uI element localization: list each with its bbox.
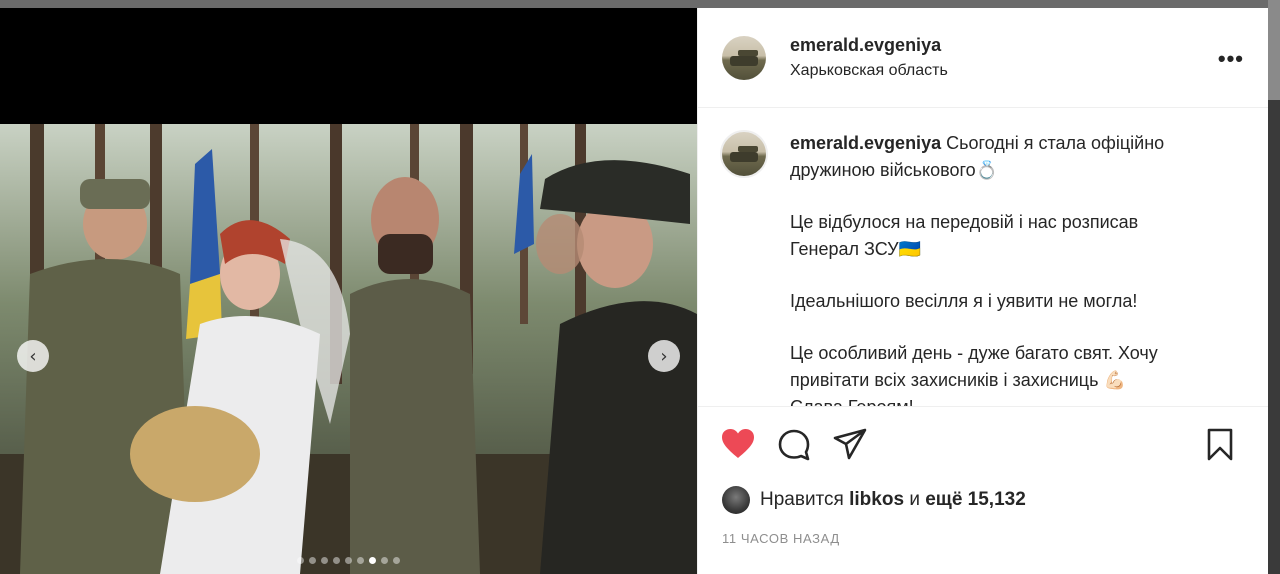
post-side-panel: emerald.evgeniya Харьковская область •••… <box>697 8 1268 574</box>
carousel-dot <box>309 557 316 564</box>
liked-by-username[interactable]: libkos <box>849 489 904 510</box>
carousel-indicator <box>0 557 697 564</box>
liker-avatar[interactable] <box>722 486 750 514</box>
bookmark-icon <box>1207 428 1233 461</box>
post-location[interactable]: Харьковская область <box>790 62 948 80</box>
carousel-dot <box>393 557 400 564</box>
like-button[interactable] <box>720 426 756 462</box>
share-button[interactable] <box>832 426 868 462</box>
likes-conjunction: и <box>909 489 920 510</box>
comment-button[interactable] <box>776 426 812 462</box>
carousel-dot <box>357 557 364 564</box>
post-photo[interactable] <box>0 124 697 574</box>
carousel-dot <box>345 557 352 564</box>
post-caption: emerald.evgeniya Сьогодні я стала офіцій… <box>790 130 1210 406</box>
caption-username[interactable]: emerald.evgeniya <box>790 133 941 153</box>
likes-summary: Нравится libkos и ещё 15,132 <box>722 486 1026 514</box>
carousel-dot <box>381 557 388 564</box>
send-icon <box>833 428 867 460</box>
carousel-dot <box>321 557 328 564</box>
post-timestamp[interactable]: 11 часов назад <box>722 531 840 546</box>
chevron-left-icon: ‹ <box>29 345 37 367</box>
chevron-right-icon: › <box>660 345 668 367</box>
caption-paragraph: Ідеальнішого весілля я і уявити не могла… <box>790 291 1138 311</box>
caption-scroll-area[interactable]: emerald.evgeniya Сьогодні я стала офіцій… <box>698 108 1268 406</box>
carousel-dot <box>297 557 304 564</box>
carousel-dot <box>333 557 340 564</box>
caption-author-avatar[interactable] <box>720 130 768 178</box>
caption-paragraph: Слава Героям! <box>790 394 1210 406</box>
more-options-button[interactable]: ••• <box>1218 46 1244 72</box>
carousel-next-button[interactable]: › <box>648 340 680 372</box>
save-button[interactable] <box>1202 426 1238 462</box>
author-username[interactable]: emerald.evgeniya <box>790 35 948 56</box>
post-modal: ‹ › emerald.evgeniya Харьковская область… <box>0 8 1268 574</box>
comment-icon <box>778 429 810 461</box>
backdrop-light-strip <box>1268 0 1280 100</box>
more-horizontal-icon: ••• <box>1217 46 1244 71</box>
post-actions <box>720 426 1238 462</box>
likes-prefix: Нравится <box>760 489 844 510</box>
author-avatar[interactable] <box>722 35 766 80</box>
caption-paragraph: Це відбулося на передовій і нас розписав… <box>790 212 1139 259</box>
forest-wedding-photo <box>0 124 697 574</box>
caption-paragraph: Це особливий день - дуже багато свят. Хо… <box>790 343 1158 390</box>
likes-count[interactable]: ещё 15,132 <box>925 489 1026 510</box>
post-header: emerald.evgeniya Харьковская область ••• <box>698 8 1268 108</box>
carousel-prev-button[interactable]: ‹ <box>17 340 49 372</box>
carousel-dot <box>369 557 376 564</box>
likes-text[interactable]: Нравится libkos и ещё 15,132 <box>760 489 1026 511</box>
actions-divider <box>698 406 1268 407</box>
post-media: ‹ › <box>0 8 697 574</box>
heart-filled-icon <box>722 429 754 458</box>
